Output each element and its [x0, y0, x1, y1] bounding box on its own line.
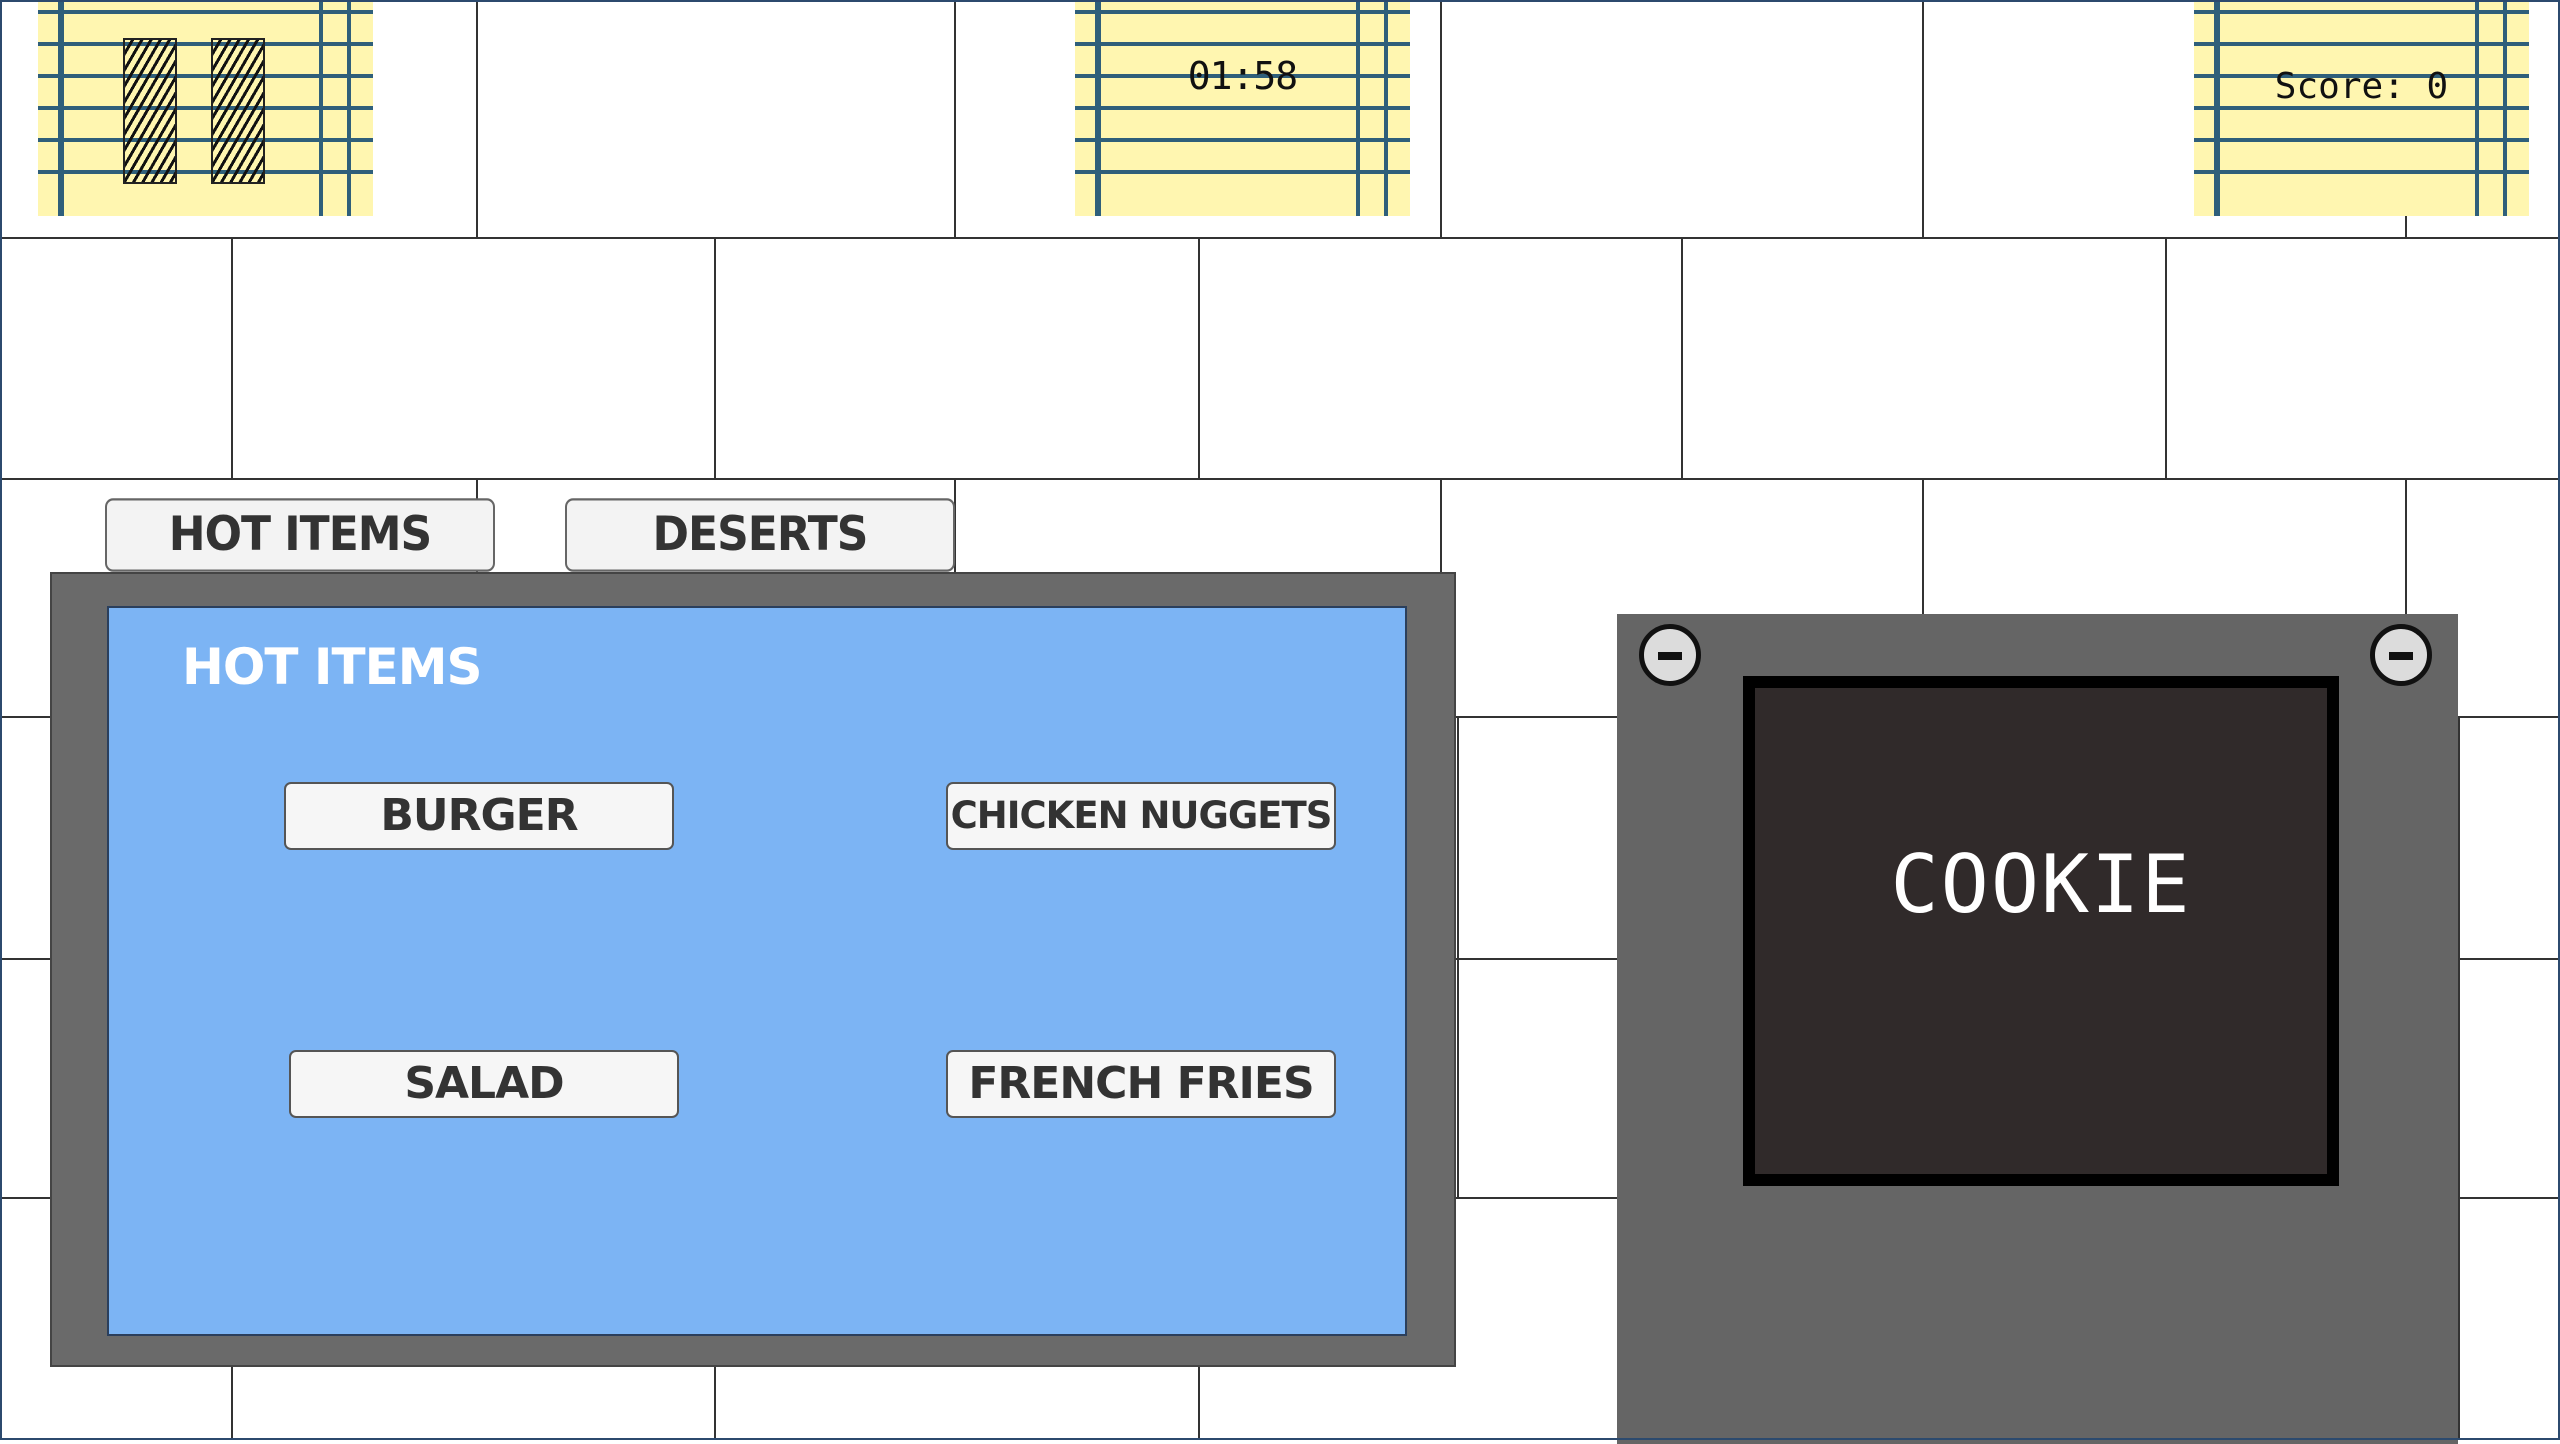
note-margin-line	[2475, 0, 2479, 216]
brick-line	[1457, 716, 1459, 958]
chicken-nuggets-button[interactable]: CHICKEN NUGGETS	[946, 782, 1336, 850]
note-margin-line	[58, 0, 64, 216]
brick-line	[954, 0, 956, 238]
french-fries-button[interactable]: FRENCH FRIES	[946, 1050, 1336, 1118]
menu-panel-title: HOT ITEMS	[182, 638, 482, 696]
salad-button[interactable]: SALAD	[289, 1050, 679, 1118]
note-margin-line	[1356, 0, 1360, 216]
score-note: Score: 0	[2194, 0, 2529, 216]
timer-display: 01:58	[1187, 54, 1298, 98]
screw-icon	[2370, 624, 2432, 686]
brick-line	[2458, 1197, 2460, 1440]
brick-line	[1681, 238, 1683, 478]
brick-line	[0, 478, 2560, 480]
order-screen: COOKIE	[1743, 676, 2339, 1186]
tab-deserts[interactable]: DESERTS	[565, 498, 955, 572]
note-margin-line	[1095, 0, 1101, 216]
order-text: COOKIE	[1890, 838, 2192, 931]
note-margin-line	[2503, 0, 2507, 216]
tab-hot-items[interactable]: HOT ITEMS	[105, 498, 495, 572]
brick-line	[1457, 958, 1459, 1197]
score-display: Score: 0	[2274, 66, 2449, 107]
burger-button[interactable]: BURGER	[284, 782, 674, 850]
brick-line	[0, 237, 2560, 239]
timer-note: 01:58	[1075, 0, 1410, 216]
note-margin-line	[1384, 0, 1388, 216]
note-margin-line	[2214, 0, 2220, 216]
note-margin-line	[319, 0, 323, 216]
pause-note	[38, 0, 373, 216]
brick-line	[2458, 716, 2460, 958]
brick-line	[2458, 958, 2460, 1197]
pause-icon[interactable]	[123, 38, 177, 184]
pause-icon[interactable]	[211, 38, 265, 184]
brick-line	[2165, 238, 2167, 478]
menu-panel: HOT ITEMS BURGER CHICKEN NUGGETS SALAD F…	[50, 572, 1456, 1367]
order-display-device: COOKIE	[1617, 614, 2458, 1444]
note-margin-line	[347, 0, 351, 216]
brick-line	[1922, 0, 1924, 238]
brick-line	[1198, 238, 1200, 478]
screw-icon	[1639, 624, 1701, 686]
brick-line	[476, 0, 478, 238]
brick-line	[714, 238, 716, 478]
brick-line	[1440, 0, 1442, 238]
menu-panel-content: HOT ITEMS BURGER CHICKEN NUGGETS SALAD F…	[107, 606, 1407, 1336]
brick-line	[231, 238, 233, 478]
